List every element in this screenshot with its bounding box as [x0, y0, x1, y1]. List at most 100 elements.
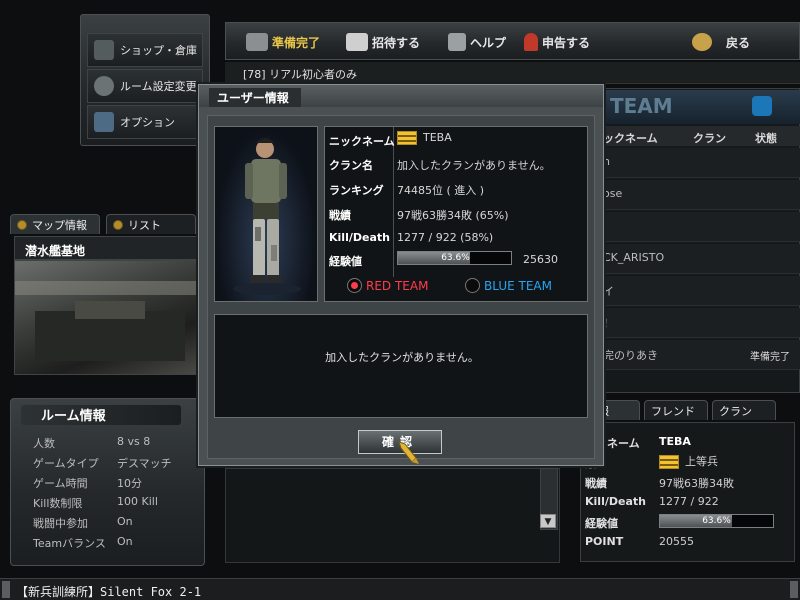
room-info-label: ゲーム時間: [33, 477, 88, 490]
room-info-value: On: [117, 515, 133, 528]
my-exp-percent: 63.6%: [702, 516, 731, 526]
room-title: [78] リアル初心者のみ: [225, 62, 800, 84]
room-info-label: Teamバランス: [33, 537, 106, 550]
dialog-title: ユーザー情報: [209, 88, 301, 107]
rank-insignia-icon: [659, 455, 679, 469]
rank-value: 上等兵: [659, 453, 718, 469]
nickname-value: TEBA: [397, 131, 452, 145]
player-row[interactable]: CK_ARISTO: [585, 244, 800, 274]
tab-map-info-label: マップ情報: [32, 218, 87, 232]
status-bar-left-handle: [2, 581, 10, 598]
ranking-value: 74485位 ( 進入 ): [397, 184, 485, 197]
my-info-panel: ックネーム TEBA 級 上等兵 戦績 97戦63勝34敗 Kill/Death…: [580, 422, 795, 562]
tab-clan-label: クラン: [719, 404, 752, 418]
options-button[interactable]: オプション: [87, 105, 203, 139]
gun-icon: [246, 33, 268, 51]
player-name: 完のりあき: [603, 349, 658, 362]
room-settings-label: ルーム設定変更: [120, 80, 197, 93]
kd-label: Kill/Death: [585, 495, 646, 508]
options-label: オプション: [120, 116, 175, 129]
room-settings-button[interactable]: ルーム設定変更: [87, 69, 203, 103]
player-row[interactable]: ！: [585, 308, 800, 338]
exp-value: 25630: [523, 253, 558, 266]
stats-divider: [393, 127, 394, 277]
info-tabs: 情報 フレンド クラン: [580, 400, 800, 420]
status-bar: 【新兵訓練所】Silent Fox 2-1: [0, 578, 800, 600]
player-row[interactable]: [585, 212, 800, 242]
room-info-value: 10分: [117, 477, 142, 490]
back-arrow-icon: [692, 33, 712, 51]
kd-value: 1277 / 922 (58%): [397, 231, 494, 244]
pistol-icon: [94, 40, 114, 60]
room-info-label: ゲームタイプ: [33, 457, 99, 470]
gear-icon: [94, 76, 114, 96]
room-info-label: 戦闘中参加: [33, 517, 88, 530]
col-status: 状態: [755, 132, 777, 145]
col-nickname: ックネーム: [603, 132, 658, 145]
ranking-label: ランキング: [329, 184, 384, 197]
map-preview-image: [14, 260, 204, 375]
tab-list-label: リスト: [128, 218, 161, 232]
nickname-text: TEBA: [423, 131, 452, 144]
my-exp-bar: 63.6%: [659, 514, 774, 528]
point-label: POINT: [585, 535, 624, 548]
report-button[interactable]: 申告する: [524, 31, 590, 53]
team-header-label: TEAM: [610, 94, 673, 118]
exp-bar: 63.6%: [397, 251, 512, 265]
clan-label: クラン名: [329, 159, 373, 172]
scroll-down-icon[interactable]: ▼: [540, 514, 556, 528]
record-label: 戦績: [329, 209, 351, 222]
envelope-icon: [346, 33, 368, 51]
tab-list[interactable]: リスト: [106, 214, 196, 234]
help-label: ヘルプ: [470, 35, 507, 50]
tab-map-info[interactable]: マップ情報: [10, 214, 100, 234]
swap-team-icon[interactable]: [752, 96, 772, 116]
status-bar-right-handle: [790, 581, 798, 598]
player-status: 準備完了: [750, 352, 790, 363]
nickname-value: TEBA: [659, 435, 691, 448]
room-info-panel: ルーム情報 人数 8 vs 8 ゲームタイプ デスマッチ ゲーム時間 10分 K…: [10, 398, 205, 566]
exp-label: 経験値: [585, 517, 618, 530]
left-menu: ショップ・倉庫 ルーム設定変更 オプション: [80, 14, 210, 146]
ready-button[interactable]: 準備完了: [246, 31, 320, 53]
back-button[interactable]: 戻る: [692, 31, 750, 53]
tab-friends[interactable]: フレンド: [644, 400, 708, 420]
exp-label: 経験値: [329, 255, 362, 268]
nickname-label: ニックネーム: [329, 135, 395, 148]
rank-insignia-icon: [397, 131, 417, 145]
help-icon: [448, 33, 466, 51]
red-team-radio[interactable]: RED TEAM: [347, 278, 428, 293]
wrench-icon: [94, 112, 114, 132]
tab-dot-icon: [17, 219, 27, 230]
soldier-avatar: [214, 126, 318, 302]
help-button[interactable]: ヘルプ: [448, 31, 506, 53]
bullet-cursor-icon: [398, 441, 419, 464]
player-list-header: ックネーム クラン 状態: [585, 126, 800, 146]
player-name: イ: [603, 285, 614, 298]
tab-clan[interactable]: クラン: [712, 400, 776, 420]
room-info-value: 8 vs 8: [117, 435, 151, 448]
player-row[interactable]: ose: [585, 180, 800, 210]
room-info-label: 人数: [33, 437, 55, 450]
player-row[interactable]: イ: [585, 276, 800, 306]
user-info-dialog: ユーザー情報 ニックネーム TEBA クラン名 加入したクランがありません。 ラ…: [198, 84, 604, 466]
tab-friends-label: フレンド: [651, 404, 695, 418]
record-value: 97戦63勝34敗 (65%): [397, 209, 509, 222]
room-info-title: ルーム情報: [21, 405, 181, 425]
red-team-label: RED TEAM: [366, 278, 429, 293]
invite-button[interactable]: 招待する: [346, 31, 420, 53]
rank-text: 上等兵: [685, 455, 718, 468]
team-header: TEAM: [600, 90, 800, 124]
chat-area[interactable]: [225, 468, 560, 563]
room-info-value: 100 Kill: [117, 495, 158, 508]
back-label: 戻る: [726, 35, 751, 50]
blue-team-radio[interactable]: BLUE TEAM: [465, 278, 552, 293]
room-info-label: Kill数制限: [33, 497, 83, 510]
player-row[interactable]: 完のりあき 準備完了: [585, 340, 800, 370]
top-toolbar: 準備完了 招待する ヘルプ 申告する 戻る: [225, 22, 800, 60]
alarm-icon: [524, 33, 538, 51]
player-row[interactable]: h: [585, 148, 800, 178]
dialog-title-bar: ユーザー情報: [199, 85, 603, 107]
shop-warehouse-button[interactable]: ショップ・倉庫: [87, 33, 203, 67]
soldier-figure-icon: [233, 138, 301, 295]
